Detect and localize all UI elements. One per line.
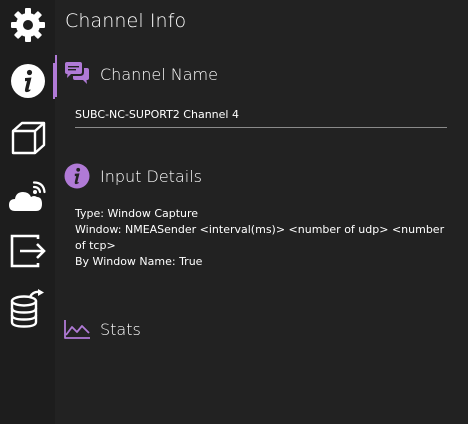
database-sync-icon (10, 289, 44, 328)
page-title: Channel Info (65, 10, 187, 32)
section-stats[interactable]: Stats (63, 315, 141, 343)
channel-name-value[interactable]: SUBC-NC-SUPORT2 Channel 4 (75, 108, 447, 128)
detail-line-by-window-name: By Window Name: True (75, 255, 203, 268)
sidebar-item-3d[interactable] (0, 115, 55, 161)
sidebar-item-info[interactable] (0, 58, 55, 104)
channel-info-panel: Channel Info Channel Name SUBC-NC-SUPORT… (55, 0, 468, 424)
section-active-indicator (55, 55, 57, 97)
section-input-details[interactable]: Input Details (63, 162, 202, 190)
section-heading: Channel Name (100, 64, 218, 84)
sidebar-item-settings[interactable] (0, 2, 55, 48)
sidebar-item-database[interactable] (0, 286, 55, 332)
sidebar-rail (0, 0, 55, 424)
gear-icon (10, 8, 45, 42)
input-details-list: Type: Window Capture Window: NMEASender … (75, 206, 447, 270)
export-arrow-icon (10, 234, 46, 268)
chat-bubbles-icon (63, 60, 91, 88)
info-circle-icon (10, 64, 45, 98)
line-chart-icon (63, 315, 91, 343)
detail-line-window: Window: NMEASender <interval(ms)> <numbe… (75, 223, 445, 252)
section-heading: Input Details (100, 166, 202, 186)
section-heading: Stats (100, 319, 141, 339)
cloud-signal-icon (8, 181, 46, 211)
sidebar-item-cloud[interactable] (0, 173, 55, 219)
section-channel-name[interactable]: Channel Name (63, 60, 218, 88)
cube-icon (11, 121, 45, 155)
sidebar-item-export[interactable] (0, 228, 55, 274)
detail-line-type: Type: Window Capture (75, 207, 199, 220)
info-circle-icon (63, 162, 91, 190)
